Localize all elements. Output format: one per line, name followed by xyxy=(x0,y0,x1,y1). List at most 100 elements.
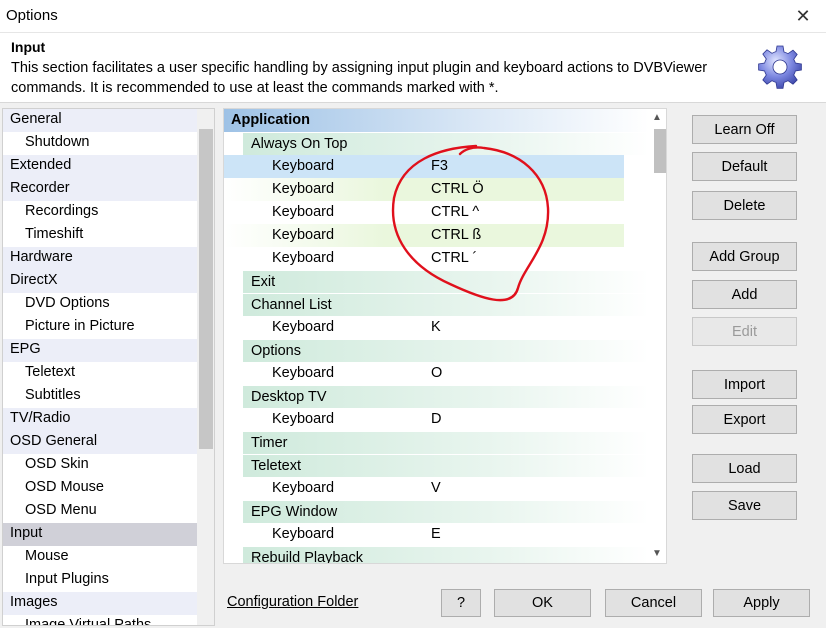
ok-button[interactable]: OK xyxy=(494,589,591,617)
command-label: Teletext xyxy=(251,458,301,474)
apply-button[interactable]: Apply xyxy=(713,589,810,617)
category-item[interactable]: EPG xyxy=(3,339,197,362)
chevron-down-icon[interactable]: ▼ xyxy=(648,545,666,563)
category-scrollbar[interactable] xyxy=(197,109,214,625)
key-assignment-tree[interactable]: Application Always On Top Keyboard F3 Keyboa… xyxy=(223,108,667,564)
category-item[interactable]: DirectX xyxy=(3,270,197,293)
input-type-label: Keyboard xyxy=(272,365,335,381)
category-item[interactable]: Image Virtual Paths xyxy=(3,615,197,625)
tree-key-row[interactable]: Keyboard CTRL ß xyxy=(224,224,624,247)
command-label: Application xyxy=(231,112,310,128)
key-binding-value: CTRL ´ xyxy=(431,250,478,266)
category-item[interactable]: Images xyxy=(3,592,197,615)
learn-off-button[interactable]: Learn Off xyxy=(692,115,797,144)
category-item[interactable]: Picture in Picture xyxy=(3,316,197,339)
tree-group-row[interactable]: Always On Top xyxy=(243,132,649,155)
category-item[interactable]: OSD Skin xyxy=(3,454,197,477)
tree-group-row[interactable]: Rebuild Playback xyxy=(243,546,649,563)
tree-scrollbar[interactable]: ▲ ▼ xyxy=(648,109,666,563)
input-type-label: Keyboard xyxy=(272,526,335,542)
tree-group-row[interactable]: Teletext xyxy=(243,454,649,477)
tree-key-row[interactable]: Keyboard K xyxy=(224,316,649,339)
title-bar: Options ✕ xyxy=(0,0,826,33)
export-button[interactable]: Export xyxy=(692,405,797,434)
tree-group-row[interactable]: Options xyxy=(243,339,649,362)
key-binding-value: F3 xyxy=(431,158,448,174)
key-binding-value: CTRL ß xyxy=(431,227,482,243)
command-label: Timer xyxy=(251,435,288,451)
import-button[interactable]: Import xyxy=(692,370,797,399)
section-header: Input This section facilitates a user sp… xyxy=(0,33,826,103)
tree-group-row[interactable]: Timer xyxy=(243,431,649,454)
window-title: Options xyxy=(6,7,58,24)
key-binding-value: V xyxy=(431,480,441,496)
tree-scrollbar-thumb[interactable] xyxy=(654,129,666,173)
tree-root-row[interactable]: Application xyxy=(224,109,649,132)
key-binding-value: D xyxy=(431,411,442,427)
category-scrollbar-thumb[interactable] xyxy=(199,129,213,449)
input-type-label: Keyboard xyxy=(272,181,335,197)
key-binding-value: K xyxy=(431,319,441,335)
delete-button[interactable]: Delete xyxy=(692,191,797,220)
key-binding-value: O xyxy=(431,365,443,381)
help-button[interactable]: ? xyxy=(441,589,481,617)
category-item[interactable]: OSD General xyxy=(3,431,197,454)
section-title: Input xyxy=(11,39,46,55)
load-button[interactable]: Load xyxy=(692,454,797,483)
input-type-label: Keyboard xyxy=(272,204,335,220)
command-label: Channel List xyxy=(251,297,332,313)
category-item[interactable]: TV/Radio xyxy=(3,408,197,431)
category-item[interactable]: Input Plugins xyxy=(3,569,197,592)
tree-key-row[interactable]: Keyboard CTRL ´ xyxy=(224,247,649,270)
add-button[interactable]: Add xyxy=(692,280,797,309)
key-binding-value: E xyxy=(431,526,441,542)
category-item[interactable]: Recorder xyxy=(3,178,197,201)
save-button[interactable]: Save xyxy=(692,491,797,520)
category-item[interactable]: Input xyxy=(3,523,197,546)
tree-group-row[interactable]: EPG Window xyxy=(243,500,649,523)
category-item[interactable]: Recordings xyxy=(3,201,197,224)
key-binding-value: CTRL ^ xyxy=(431,204,480,220)
category-item[interactable]: OSD Menu xyxy=(3,500,197,523)
edit-button[interactable]: Edit xyxy=(692,317,797,346)
category-item[interactable]: Mouse xyxy=(3,546,197,569)
category-item[interactable]: Hardware xyxy=(3,247,197,270)
configuration-folder-link[interactable]: Configuration Folder xyxy=(227,594,358,610)
input-type-label: Keyboard xyxy=(272,250,335,266)
tree-group-row[interactable]: Exit xyxy=(243,270,649,293)
section-description: This section facilitates a user specific… xyxy=(11,60,708,96)
default-button[interactable]: Default xyxy=(692,152,797,181)
tree-key-row[interactable]: Keyboard O xyxy=(224,362,649,385)
add-group-button[interactable]: Add Group xyxy=(692,242,797,271)
command-label: Always On Top xyxy=(251,136,348,152)
category-item[interactable]: Shutdown xyxy=(3,132,197,155)
category-item[interactable]: OSD Mouse xyxy=(3,477,197,500)
input-type-label: Keyboard xyxy=(272,480,335,496)
tree-key-row[interactable]: Keyboard D xyxy=(224,408,649,431)
tree-key-row[interactable]: Keyboard CTRL Ö xyxy=(224,178,624,201)
gear-icon xyxy=(758,45,802,89)
tree-group-row[interactable]: Desktop TV xyxy=(243,385,649,408)
category-item[interactable]: General xyxy=(3,109,197,132)
category-item[interactable]: Teletext xyxy=(3,362,197,385)
tree-group-row[interactable]: Channel List xyxy=(243,293,649,316)
input-type-label: Keyboard xyxy=(272,227,335,243)
close-icon[interactable]: ✕ xyxy=(780,0,826,33)
category-item[interactable]: Timeshift xyxy=(3,224,197,247)
command-label: Desktop TV xyxy=(251,389,327,405)
input-type-label: Keyboard xyxy=(272,411,335,427)
tree-key-row[interactable]: Keyboard CTRL ^ xyxy=(224,201,649,224)
tree-key-row[interactable]: Keyboard F3 xyxy=(224,155,624,178)
input-type-label: Keyboard xyxy=(272,319,335,335)
cancel-button[interactable]: Cancel xyxy=(605,589,702,617)
category-item[interactable]: Subtitles xyxy=(3,385,197,408)
category-item[interactable]: Extended xyxy=(3,155,197,178)
input-type-label: Keyboard xyxy=(272,158,335,174)
key-binding-value: CTRL Ö xyxy=(431,181,484,197)
chevron-up-icon[interactable]: ▲ xyxy=(648,109,666,127)
tree-rows: Application Always On Top Keyboard F3 Keyboa… xyxy=(224,109,649,563)
category-list[interactable]: General Shutdown Extended Recorder Recording… xyxy=(2,108,215,626)
tree-key-row[interactable]: Keyboard E xyxy=(224,523,649,546)
category-item[interactable]: DVD Options xyxy=(3,293,197,316)
tree-key-row[interactable]: Keyboard V xyxy=(224,477,649,500)
